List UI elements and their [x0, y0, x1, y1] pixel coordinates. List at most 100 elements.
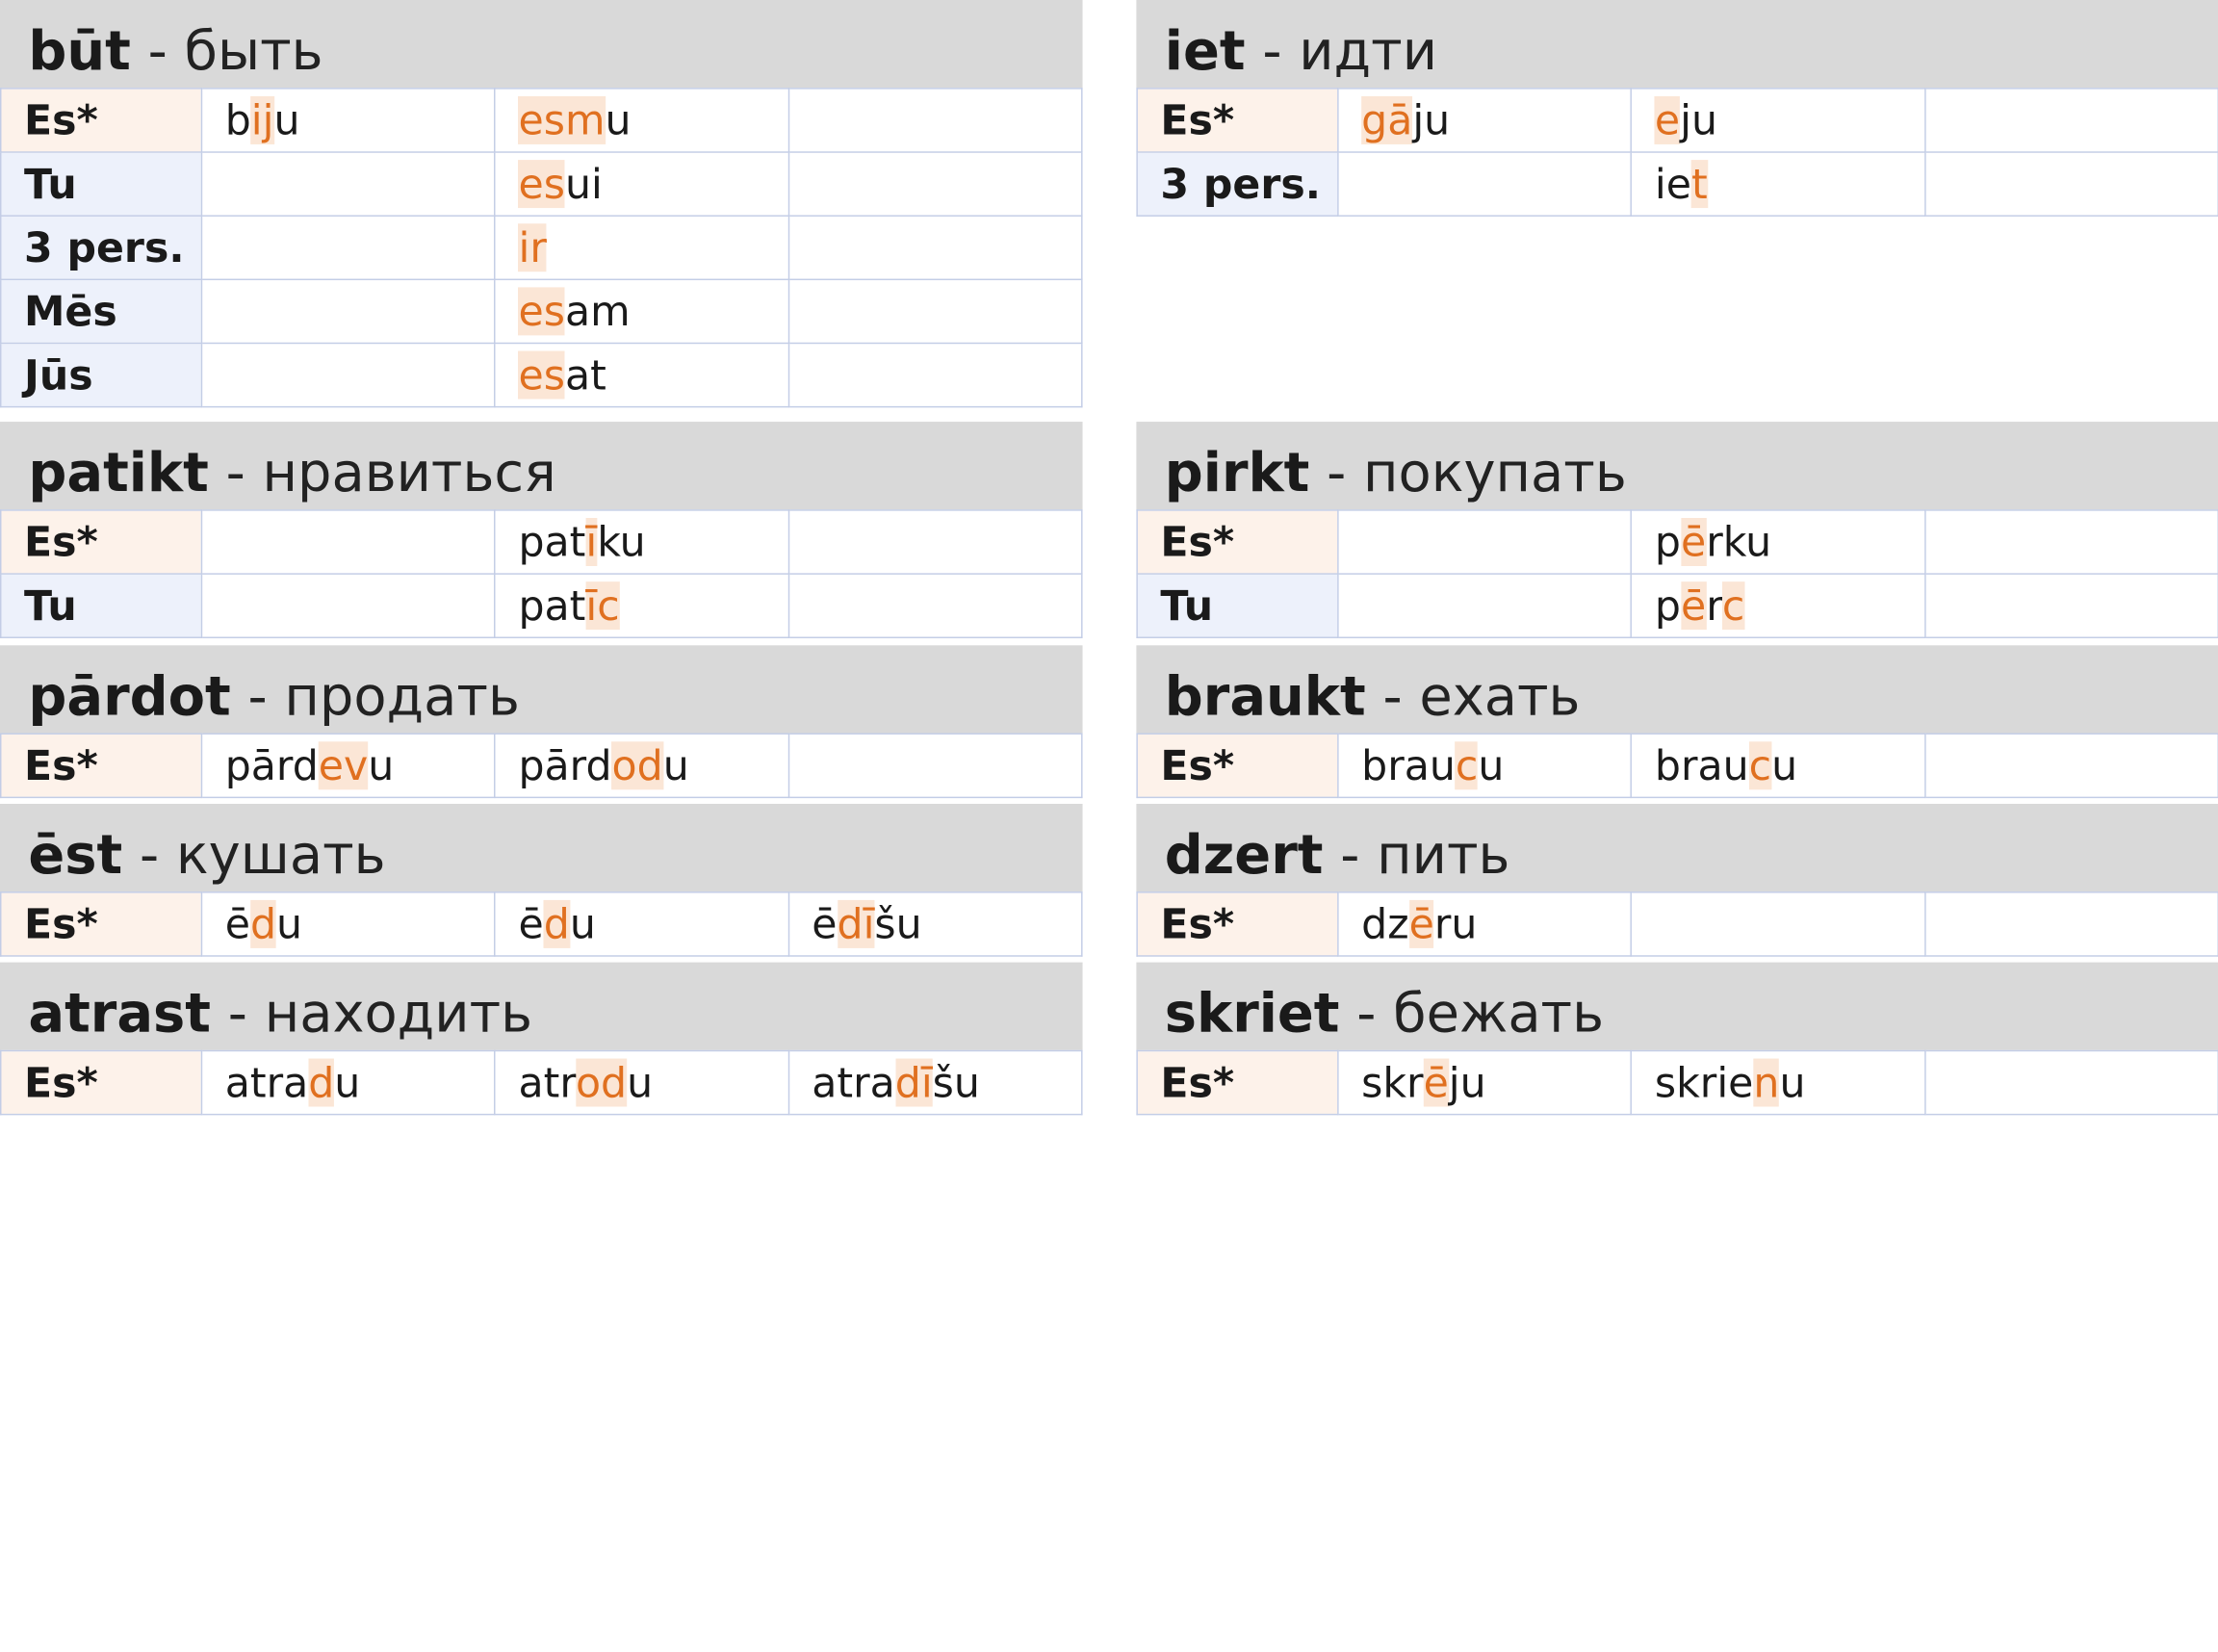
verb-translation: - покупать	[1327, 441, 1627, 504]
highlighted-ending: d	[543, 899, 570, 948]
highlighted-ending: ev	[318, 741, 369, 790]
word-stem: u	[334, 1058, 361, 1107]
verb-translation: - пить	[1340, 823, 1510, 887]
highlighted-ending: d	[249, 899, 277, 948]
conjugation-table: Es* pārdevu pārdodu	[0, 733, 1083, 799]
conjugation-row: Tu patīc	[0, 573, 1083, 638]
word-stem: u	[273, 95, 300, 144]
conjugation-row: 3 pers. iet	[1136, 151, 2218, 217]
highlighted-ending: ir	[518, 223, 547, 272]
conjugation-row: Es* pērku	[1136, 509, 2218, 575]
verb-header: atrast - находить	[0, 962, 1083, 1050]
conjugation-row: Mēs esam	[0, 278, 1083, 345]
verb-block: pirkt - покупать Es* pērku Tu pērc	[1136, 422, 2218, 638]
conjugation-row: 3 pers. ir	[0, 215, 1083, 281]
verb-form-cell: patīku	[494, 509, 789, 575]
highlighted-ending: es	[518, 350, 565, 400]
word-stem: atra	[812, 1058, 895, 1107]
conjugation-row: Es* atradu atrodu atradīšu	[0, 1049, 1083, 1116]
word-stem: u	[1779, 1058, 1806, 1107]
highlighted-ending: ē	[1408, 899, 1434, 948]
pronoun-cell: 3 pers.	[0, 215, 203, 281]
highlighted-ending: e	[1654, 95, 1681, 144]
conjugation-row: Es* gāju eju	[1136, 88, 2218, 153]
conjugation-table: Es* atradu atrodu atradīšu	[0, 1049, 1083, 1116]
word-stem: ju	[1680, 95, 1718, 144]
word-stem: p	[1654, 518, 1681, 566]
highlighted-ending: od	[575, 1058, 628, 1107]
conjugation-row: Jūs esat	[0, 342, 1083, 408]
word-stem: u	[1478, 741, 1505, 790]
word-stem: ju	[1448, 1058, 1486, 1107]
verb-infinitive: skriet	[1164, 982, 1340, 1045]
pronoun-cell: Es*	[0, 733, 203, 799]
word-stem: šu	[874, 899, 922, 948]
verb-form-cell	[787, 88, 1083, 153]
verb-form-cell	[787, 509, 1083, 575]
pronoun-cell: 3 pers.	[1136, 151, 1339, 217]
word-stem: ju	[1412, 95, 1451, 144]
verb-form-cell: eju	[1630, 88, 1926, 153]
highlighted-ending: ē	[1680, 581, 1707, 631]
highlighted-ending: es	[518, 160, 565, 209]
verb-form-cell	[1923, 509, 2218, 575]
verb-form-cell	[1337, 509, 1633, 575]
word-stem: atr	[518, 1058, 576, 1107]
highlighted-ending: ē	[1423, 1058, 1449, 1107]
verb-infinitive: pirkt	[1164, 441, 1310, 504]
word-stem: r	[1706, 581, 1722, 631]
verb-form-cell: pērku	[1630, 509, 1926, 575]
conjugation-row: Es* patīku	[0, 509, 1083, 575]
verb-block: atrast - находить Es* atradu atrodu atradīšu	[0, 962, 1083, 1116]
conjugation-table: Es* patīku Tu patīc	[0, 509, 1083, 638]
verb-form-cell: iet	[1630, 151, 1926, 217]
verb-form-cell: ēdīšu	[787, 891, 1083, 957]
verb-translation: - кушать	[140, 823, 386, 887]
word-stem: u	[569, 899, 596, 948]
verb-infinitive: iet	[1164, 19, 1246, 83]
word-stem: brau	[1654, 741, 1749, 790]
word-stem: brau	[1361, 741, 1456, 790]
verb-form-cell	[1923, 151, 2218, 217]
verb-form-cell	[787, 151, 1083, 217]
verb-form-cell: ēdu	[200, 891, 496, 957]
verb-form-cell: pērc	[1630, 573, 1926, 638]
highlighted-ending: gā	[1361, 95, 1413, 144]
highlighted-ending: dī	[894, 1058, 933, 1107]
verb-form-cell: ēdu	[494, 891, 789, 957]
word-stem: u	[662, 741, 689, 790]
verb-header: iet - идти	[1136, 0, 2218, 89]
pronoun-cell: Mēs	[0, 278, 203, 345]
verb-form-cell: atrodu	[494, 1049, 789, 1116]
word-stem: at	[564, 350, 606, 400]
verb-form-cell	[200, 151, 496, 217]
verb-form-cell	[1337, 573, 1633, 638]
verb-form-cell: patīc	[494, 573, 789, 638]
verb-form-cell	[787, 342, 1083, 408]
verb-form-cell	[1923, 573, 2218, 638]
conjugation-row: Es* dzēru	[1136, 891, 2218, 957]
word-stem: ē	[224, 899, 250, 948]
verb-header: braukt - ехать	[1136, 645, 2218, 734]
conjugation-row: Es* biju esmu	[0, 88, 1083, 153]
verb-form-cell: braucu	[1337, 733, 1633, 799]
conjugation-table: Es* dzēru	[1136, 891, 2218, 957]
highlighted-ending: ī	[585, 518, 598, 566]
word-stem: ē	[812, 899, 838, 948]
pronoun-cell: Es*	[1136, 733, 1339, 799]
pronoun-cell: Jūs	[0, 342, 203, 408]
word-stem: šu	[932, 1058, 980, 1107]
conjugation-table: Es* pērku Tu pērc	[1136, 509, 2218, 638]
pronoun-cell: Es*	[1136, 1049, 1339, 1116]
verb-header: skriet - бежать	[1136, 962, 2218, 1050]
verb-form-cell	[1630, 891, 1926, 957]
word-stem: ui	[564, 160, 603, 209]
verb-infinitive: būt	[28, 19, 131, 83]
verb-form-cell: pārdevu	[200, 733, 496, 799]
highlighted-ending: c	[1748, 741, 1772, 790]
verb-header: ēst - кушать	[0, 803, 1083, 892]
conjugation-sheet: būt - быть Es* biju esmu Tu esui 3 pers. ir Mēs e…	[0, 0, 2218, 1651]
verb-translation: - находить	[227, 982, 533, 1045]
verb-infinitive: braukt	[1164, 664, 1366, 728]
conjugation-row: Es* pārdevu pārdodu	[0, 733, 1083, 799]
